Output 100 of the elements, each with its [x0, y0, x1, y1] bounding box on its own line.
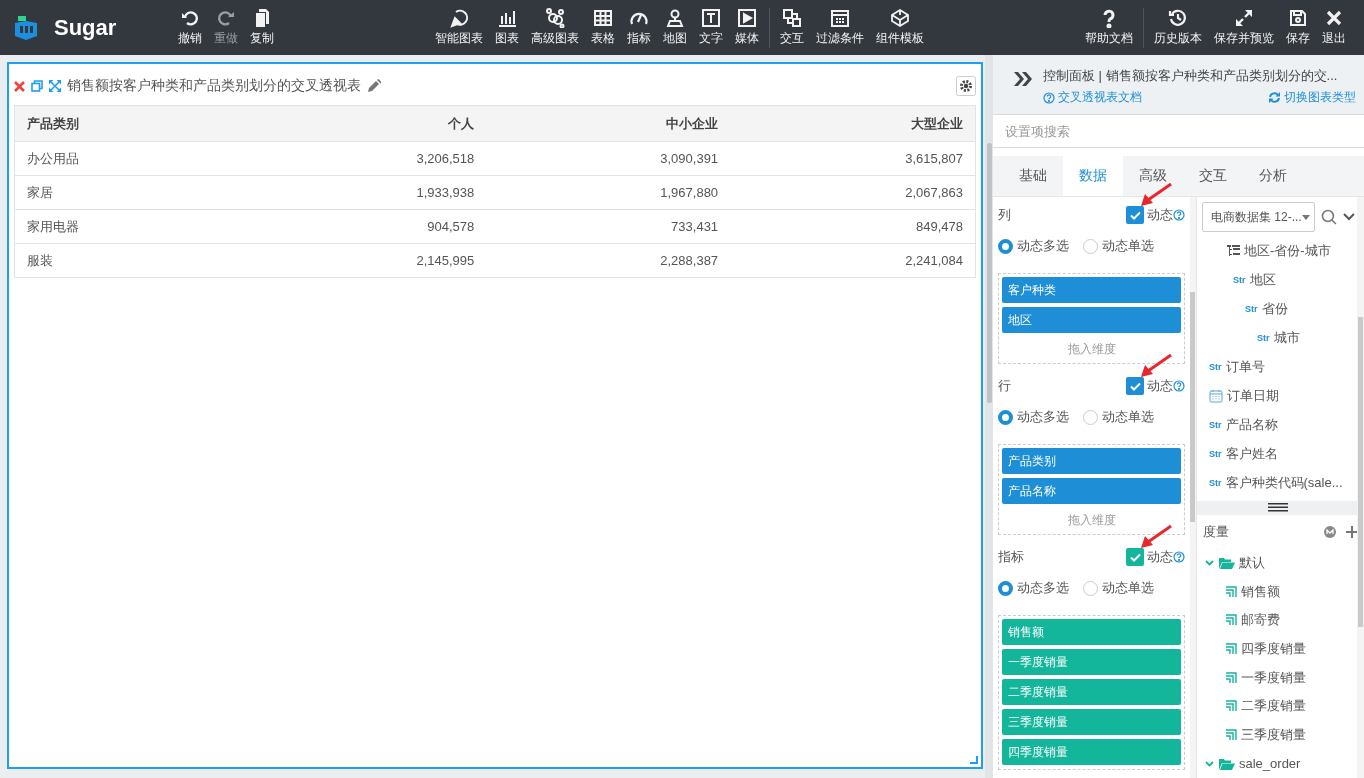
- field-item[interactable]: Str 地区: [1197, 265, 1346, 294]
- toolbar-button[interactable]: 撤销: [172, 4, 208, 51]
- measure-icon: [1225, 671, 1237, 684]
- scrollbar-thumb[interactable]: [987, 143, 992, 403]
- radio-option[interactable]: 动态单选: [1083, 579, 1154, 597]
- toolbar-button[interactable]: 高级图表: [525, 4, 585, 51]
- toolbar-button[interactable]: 媒体: [729, 4, 765, 51]
- toolbar-button[interactable]: 图表: [489, 4, 525, 51]
- add-icon[interactable]: [1346, 525, 1358, 538]
- field-pill[interactable]: 地区: [1002, 307, 1181, 333]
- field-item[interactable]: Str 城市: [1197, 323, 1346, 352]
- table-cell: 办公用品: [14, 141, 243, 176]
- drag-handle-icon[interactable]: [1267, 503, 1288, 513]
- scrollbar-thumb[interactable]: [1190, 292, 1195, 522]
- checkbox-label: 动态: [1147, 548, 1173, 566]
- table-cell: 服装: [14, 243, 243, 278]
- chevron-down-icon[interactable]: [1343, 213, 1355, 221]
- drop-hint: 拖入维度: [1066, 512, 1117, 529]
- radio-button[interactable]: [1083, 409, 1098, 425]
- field-item[interactable]: 销售额: [1197, 577, 1356, 606]
- toolbar-button[interactable]: 组件模板: [870, 4, 930, 51]
- radio-button[interactable]: [1083, 580, 1098, 596]
- help-icon[interactable]: [1173, 380, 1185, 392]
- redo-icon: [216, 8, 236, 28]
- toolbar-button[interactable]: 智能图表: [429, 4, 489, 51]
- field-pill[interactable]: 产品名称: [1002, 478, 1181, 504]
- radio-button[interactable]: [1083, 238, 1098, 254]
- toolbar-button[interactable]: 交互: [774, 4, 810, 51]
- duplicate-icon[interactable]: [31, 80, 43, 92]
- toolbar-button[interactable]: 保存: [1280, 4, 1316, 51]
- field-item[interactable]: Str 产品名称: [1197, 410, 1346, 439]
- help-icon[interactable]: [1173, 209, 1185, 221]
- field-pill[interactable]: 产品类别: [1002, 448, 1181, 474]
- dynamic-checkbox[interactable]: [1126, 548, 1144, 566]
- dynamic-checkbox[interactable]: [1126, 206, 1144, 224]
- radio-button[interactable]: [998, 409, 1013, 425]
- field-item[interactable]: Str 客户种类代码(sale...: [1197, 468, 1346, 497]
- field-item[interactable]: Str 客户姓名: [1197, 439, 1346, 468]
- radio-option[interactable]: 动态单选: [1083, 237, 1154, 255]
- hierarchy-icon: [1227, 244, 1240, 257]
- tab[interactable]: 数据: [1063, 156, 1123, 196]
- toolbar-button[interactable]: 过滤条件: [810, 4, 870, 51]
- radio-option[interactable]: 动态多选: [998, 579, 1069, 597]
- toolbar-button[interactable]: 指标: [621, 4, 657, 51]
- help-icon[interactable]: [1173, 551, 1185, 563]
- radio-button[interactable]: [998, 580, 1013, 596]
- field-pill[interactable]: 客户种类: [1002, 277, 1181, 303]
- field-item[interactable]: 邮寄费: [1197, 605, 1356, 635]
- field-item[interactable]: 四季度销量: [1197, 634, 1356, 664]
- table-cell: 2,067,863: [730, 175, 976, 210]
- field-item[interactable]: 地区-省份-城市: [1197, 236, 1346, 265]
- undo-icon: [180, 8, 200, 28]
- toolbar-button[interactable]: 保存并预览: [1208, 4, 1280, 51]
- toolbar-button[interactable]: 退出: [1316, 4, 1352, 51]
- search-icon[interactable]: [1321, 209, 1338, 225]
- fullscreen-icon[interactable]: [49, 80, 61, 92]
- resize-handle-icon[interactable]: [970, 756, 978, 764]
- folder-icon: [1219, 556, 1235, 569]
- tab[interactable]: 交互: [1183, 156, 1243, 196]
- toolbar-button[interactable]: 复制: [244, 4, 280, 51]
- radio-option[interactable]: 动态多选: [998, 237, 1069, 255]
- field-item[interactable]: Str 省份: [1197, 294, 1346, 323]
- pencil-icon[interactable]: [367, 79, 381, 93]
- toolbar-button[interactable]: 历史版本: [1148, 4, 1208, 51]
- field-item[interactable]: 三季度销量: [1197, 720, 1356, 750]
- type-label: Str: [1209, 477, 1222, 488]
- tab[interactable]: 高级: [1123, 156, 1183, 196]
- drop-hint: 拖入维度: [1066, 341, 1117, 358]
- check-icon: [1129, 552, 1141, 562]
- table-cell: 2,288,387: [486, 243, 731, 278]
- radio-option[interactable]: 动态单选: [1083, 408, 1154, 426]
- tab[interactable]: 分析: [1243, 156, 1303, 196]
- settings-search-field[interactable]: 设置项搜索: [993, 115, 1364, 148]
- dataset-dropdown[interactable]: 电商数据集 12-...: [1202, 202, 1316, 232]
- close-icon[interactable]: [14, 80, 25, 92]
- collapse-icon[interactable]: [1013, 71, 1033, 87]
- folder-item[interactable]: 默认: [1197, 548, 1356, 578]
- folder-item[interactable]: sale_order: [1197, 749, 1356, 778]
- field-item[interactable]: 一季度销量: [1197, 663, 1356, 692]
- toolbar-button[interactable]: 表格: [585, 4, 621, 51]
- toolbar-button[interactable]: 帮助文档: [1079, 4, 1139, 51]
- scrollbar-thumb[interactable]: [1358, 317, 1363, 627]
- history-icon: [1168, 8, 1188, 28]
- section-label: 指标: [998, 548, 1025, 566]
- dynamic-checkbox[interactable]: [1126, 377, 1144, 395]
- radio-button[interactable]: [998, 238, 1013, 254]
- toolbar-button[interactable]: 地图: [657, 4, 693, 51]
- settings-icon[interactable]: [956, 76, 976, 96]
- type-label: Str: [1257, 332, 1270, 343]
- toolbar-button[interactable]: 文字: [693, 4, 729, 51]
- folder-icon: [1219, 757, 1235, 770]
- tab[interactable]: 基础: [1003, 156, 1063, 196]
- check-icon: [1129, 210, 1141, 220]
- field-item[interactable]: Str 订单号: [1197, 352, 1346, 381]
- field-item[interactable]: 订单日期: [1197, 381, 1346, 410]
- field-item[interactable]: 二季度销量: [1197, 691, 1356, 721]
- table-cell: 3,090,391: [486, 141, 731, 176]
- close-icon: [1324, 8, 1344, 28]
- measure-menu-icon[interactable]: [1324, 525, 1336, 538]
- radio-option[interactable]: 动态多选: [998, 408, 1069, 426]
